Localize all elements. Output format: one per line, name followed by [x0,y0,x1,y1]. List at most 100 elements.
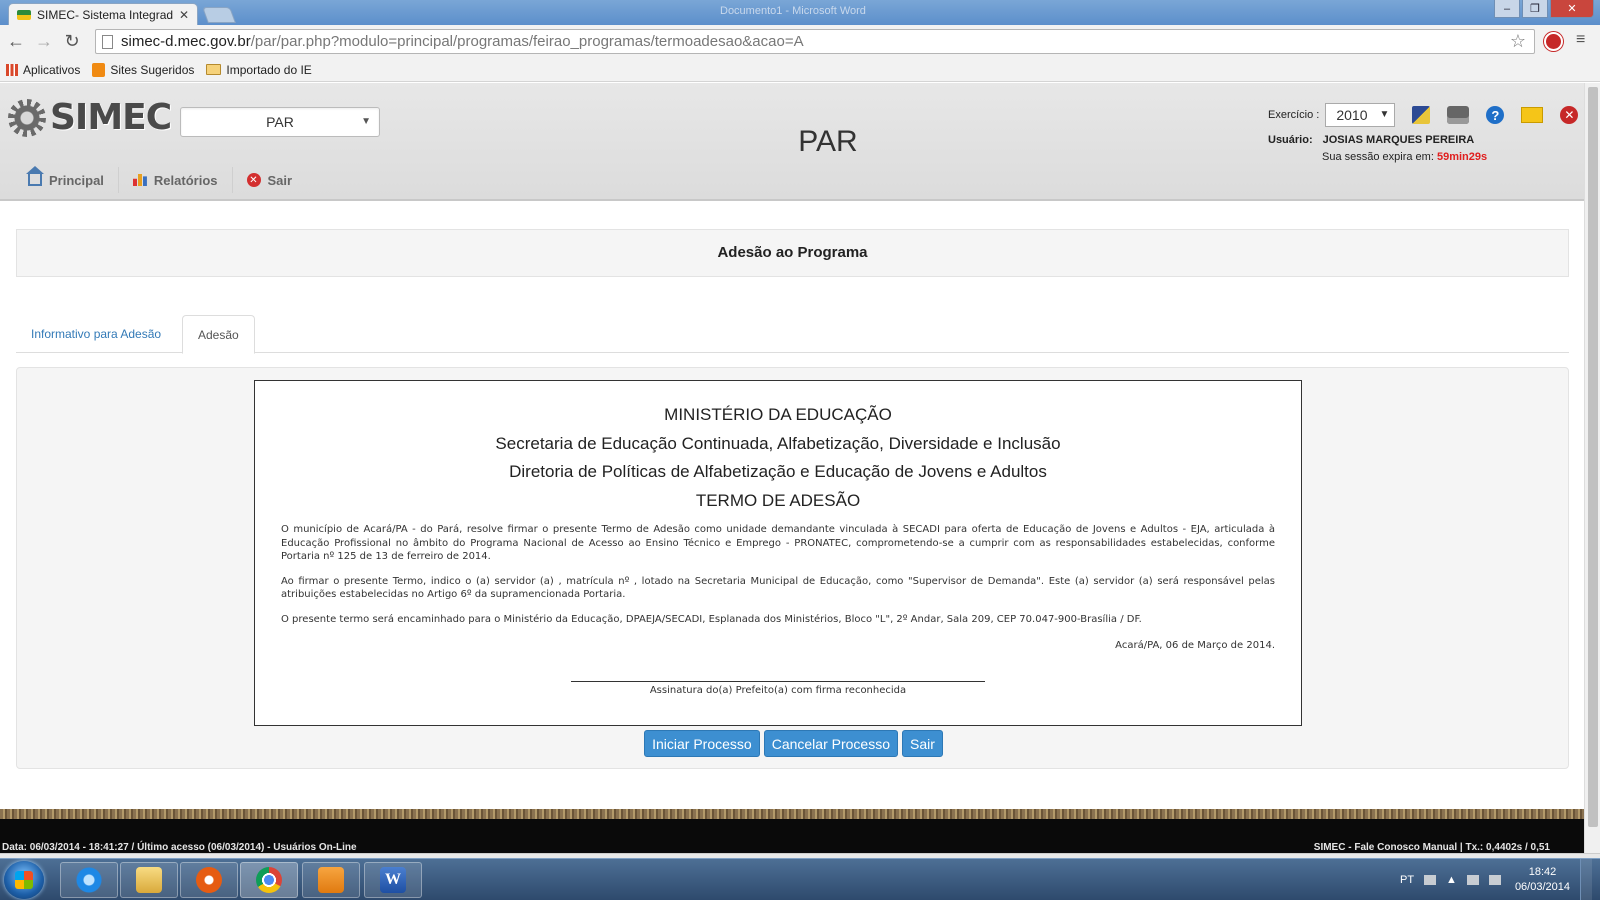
address-bar[interactable]: simec-d.mec.gov.br/par/par.php?modulo=pr… [95,29,1535,54]
content-title: Adesão ao Programa [16,229,1569,277]
dropdown-arrow-icon: ▼ [1379,109,1390,120]
reload-icon[interactable]: ↻ [60,30,84,54]
menu-item-principal[interactable]: Principal [14,166,119,193]
mail-button[interactable] [1521,104,1544,126]
close-system-button[interactable]: ✕ [1558,104,1580,126]
bookmark-apps[interactable]: Aplicativos [6,63,80,77]
browser-tab-simec[interactable]: SIMEC- Sistema Integrado ✕ [8,3,198,25]
term-paragraph: O presente termo será encaminhado para o… [281,613,1142,625]
start-process-button[interactable]: Iniciar Processo [644,730,760,757]
footer-status: Data: 06/03/2014 - 18:41:27 / Último ace… [2,842,357,853]
signature-line [571,681,985,682]
browser-menu-icon[interactable]: ≡ [1576,31,1585,49]
exercise-area: Exercício : 2010 ▼ ? ✕ [1268,103,1580,127]
windows-logo-icon [15,871,33,889]
help-button[interactable]: ? [1484,104,1506,126]
window-close-icon[interactable]: ✕ [1550,0,1594,18]
tray-expand-icon[interactable]: ▲ [1446,874,1457,886]
bookmark-label: Sites Sugeridos [110,62,195,77]
clock-time: 18:42 [1528,866,1557,878]
suggested-sites-icon [92,62,106,77]
back-arrow-icon[interactable]: ← [4,30,28,54]
keyboard-icon[interactable] [1424,875,1437,885]
media-player-icon [196,867,222,893]
outlook-icon [318,867,344,893]
user-label: Usuário: [1268,134,1313,146]
page-icon [102,34,113,49]
system-clock[interactable]: 18:42 06/03/2014 [1515,865,1570,895]
taskbar-explorer[interactable] [120,862,178,898]
tab-adesao[interactable]: Adesão [182,315,255,354]
exercise-year-select[interactable]: 2010 ▼ [1325,103,1396,127]
show-desktop-button[interactable] [1580,859,1592,900]
exit-button[interactable]: Sair [901,730,943,757]
term-heading-secretariat: Secretaria de Educação Continuada, Alfab… [495,433,1061,453]
main-menu: Principal Relatórios ✕ Sair [14,165,306,195]
footer-links[interactable]: SIMEC - Fale Conosco Manual | Tx.: 0,440… [1314,842,1550,853]
minimize-icon[interactable]: ‒ [1494,0,1520,18]
cancel-process-button[interactable]: Cancelar Processo [763,730,898,757]
windows-taskbar: W PT ▲ 18:42 06/03/2014 [0,858,1600,900]
new-tab-button[interactable] [202,7,236,23]
taskbar-media-player[interactable] [180,862,238,898]
bookmark-star-icon[interactable]: ☆ [1510,31,1526,52]
clock-date: 06/03/2014 [1514,881,1570,893]
taskbar-ie[interactable] [60,862,118,898]
chrome-icon [256,867,282,893]
menu-item-relatorios[interactable]: Relatórios [119,167,233,193]
window-controls: ‒ ❐ ✕ [1494,0,1594,18]
switch-user-button[interactable] [1410,104,1432,126]
action-center-flag-icon[interactable] [1466,875,1479,885]
bookmark-importado-ie[interactable]: Importado do IE [206,63,312,77]
home-icon [26,166,44,186]
exercise-year-value: 2010 [1336,107,1368,123]
switch-user-icon [1412,106,1431,124]
page-footer: Data: 06/03/2014 - 18:41:27 / Último ace… [0,819,1584,853]
term-paragraph: Ao firmar o presente Termo, indico o (a)… [281,575,1275,601]
browser-toolbar: ← → ↻ simec-d.mec.gov.br/par/par.php?mod… [0,25,1600,58]
system-tray: PT ▲ 18:42 06/03/2014 [1400,859,1592,900]
forward-arrow-icon[interactable]: → [32,30,56,54]
content-tabs: Informativo para Adesão Adesão [16,315,1569,354]
scrollbar-thumb[interactable] [1588,87,1598,827]
url-domain: simec-d.mec.gov.br [121,33,251,50]
word-icon: W [380,867,406,893]
print-button[interactable] [1447,104,1470,126]
bookmark-label: Aplicativos [23,62,81,77]
exercise-label: Exercício : [1268,109,1320,121]
term-heading-directorate: Diretoria de Políticas de Alfabetização … [509,462,1047,481]
term-date: Acará/PA, 06 de Março de 2014. [1115,640,1275,651]
menu-item-sair[interactable]: ✕ Sair [233,167,307,193]
bookmarks-bar: Aplicativos Sites Sugeridos Importado do… [0,58,1600,82]
brazil-flag-icon [17,9,31,20]
folder-icon [206,64,222,75]
app-header: SIMEC PAR ▼ PAR Exercício : 2010 ▼ ? ✕ U… [0,83,1584,201]
session-timer: 59min29s [1436,151,1488,163]
taskbar-chrome[interactable] [240,862,298,898]
apps-grid-icon [6,63,18,76]
exit-icon: ✕ [246,173,261,187]
start-button[interactable] [4,861,44,899]
taskbar-outlook[interactable] [302,862,360,898]
help-icon: ? [1486,106,1505,124]
user-line: Usuário: JOSIAS MARQUES PEREIRA [1268,134,1484,146]
window-caption: Documento1 - Microsoft Word [720,5,866,17]
user-name: JOSIAS MARQUES PEREIRA [1322,134,1475,146]
file-explorer-icon [136,867,162,893]
term-heading-ministry: MINISTÉRIO DA EDUCAÇÃO [664,405,892,424]
menu-item-label: Principal [49,172,104,188]
vertical-scrollbar[interactable] [1584,83,1600,853]
action-buttons: Iniciar Processo Cancelar Processo Sair [17,730,1570,757]
close-icon: ✕ [1560,106,1579,124]
tab-informativo[interactable]: Informativo para Adesão [16,315,176,353]
maximize-icon[interactable]: ❐ [1522,0,1548,18]
extension-icon[interactable] [1544,32,1563,51]
tab-close-icon[interactable]: ✕ [179,8,189,22]
taskbar-word[interactable]: W [364,862,422,898]
tab-title: SIMEC- Sistema Integrado [37,7,173,22]
mail-icon [1521,107,1544,123]
network-icon[interactable] [1488,875,1501,885]
language-indicator[interactable]: PT [1400,874,1414,886]
menu-item-label: Sair [267,172,293,188]
bookmark-sites-sugeridos[interactable]: Sites Sugeridos [92,62,195,77]
